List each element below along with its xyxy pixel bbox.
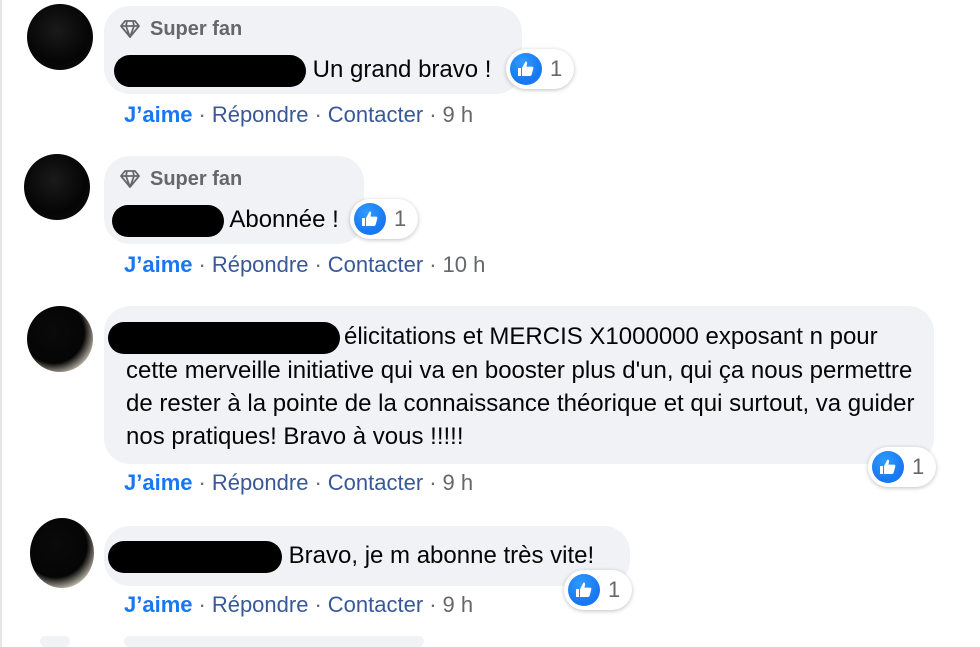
thumbs-up-icon [354,203,386,235]
comment-bubble: élicitations et MERCIS X1000000 exposant… [104,306,934,464]
reaction-count: 1 [912,454,925,479]
reply-link[interactable]: Répondre [212,592,309,617]
avatar[interactable] [27,306,93,372]
avatar[interactable] [30,518,94,588]
comment-text: Bravo, je m abonne très vite! [288,542,595,569]
next-comment-bubble-partial [124,636,424,647]
reaction-summary[interactable]: 1 [350,199,419,239]
comment-text-line: Un grand bravo ! [114,54,491,87]
avatar[interactable] [27,4,93,70]
badge-label: Super fan [150,167,243,190]
reaction-count: 1 [394,206,407,231]
like-link[interactable]: J’aime [124,252,193,277]
contact-link[interactable]: Contacter [328,252,423,277]
comment-bubble: Super fan Abonnée ! [104,156,364,244]
avatar[interactable] [24,154,90,220]
diamond-icon [120,20,140,38]
comment-actions: J’aime · Répondre · Contacter · 10 h [124,252,486,277]
reply-link[interactable]: Répondre [212,252,309,277]
comment-text-line: Bravo, je m abonne très vite! [108,540,594,573]
timestamp[interactable]: 10 h [443,252,486,277]
like-link[interactable]: J’aime [124,102,193,127]
reply-link[interactable]: Répondre [212,470,309,495]
redacted-author-name[interactable] [108,321,340,354]
comment-text: Abonnée ! [229,206,339,233]
reaction-summary[interactable]: 1 [506,49,575,89]
timestamp[interactable]: 9 h [443,592,474,617]
comment-text: élicitations et MERCIS X1000000 exposant… [108,320,926,453]
thumbs-up-icon [510,53,542,85]
redacted-author-name[interactable] [108,540,282,573]
comment-bubble: Bravo, je m abonne très vite! [104,526,630,586]
comment-text-line: Abonnée ! [112,204,339,237]
contact-link[interactable]: Contacter [328,102,423,127]
contact-link[interactable]: Contacter [328,592,423,617]
like-link[interactable]: J’aime [124,592,193,617]
comment-actions: J’aime · Répondre · Contacter · 9 h [124,470,474,495]
diamond-icon [120,170,140,188]
comment-actions: J’aime · Répondre · Contacter · 9 h [124,592,474,617]
like-link[interactable]: J’aime [124,470,193,495]
super-fan-badge[interactable]: Super fan [118,18,242,40]
reaction-count: 1 [550,56,563,81]
reaction-summary[interactable]: 1 [868,447,937,487]
comment-actions: J’aime · Répondre · Contacter · 9 h [124,102,474,127]
timestamp[interactable]: 9 h [443,102,474,127]
super-fan-badge[interactable]: Super fan [118,168,242,190]
comment-text: Un grand bravo ! [312,56,492,83]
redacted-author-name[interactable] [114,54,306,87]
redacted-author-name[interactable] [112,204,224,237]
thumbs-up-icon [872,451,904,483]
reply-link[interactable]: Répondre [212,102,309,127]
reaction-count: 1 [608,577,621,602]
thumbs-up-icon [568,574,600,606]
left-divider [0,0,2,647]
reaction-summary[interactable]: 1 [564,570,633,610]
timestamp[interactable]: 9 h [443,470,474,495]
badge-label: Super fan [150,17,243,40]
comment-bubble: Super fan Un grand bravo ! [104,6,522,94]
contact-link[interactable]: Contacter [328,470,423,495]
next-comment-avatar-partial [40,636,70,647]
